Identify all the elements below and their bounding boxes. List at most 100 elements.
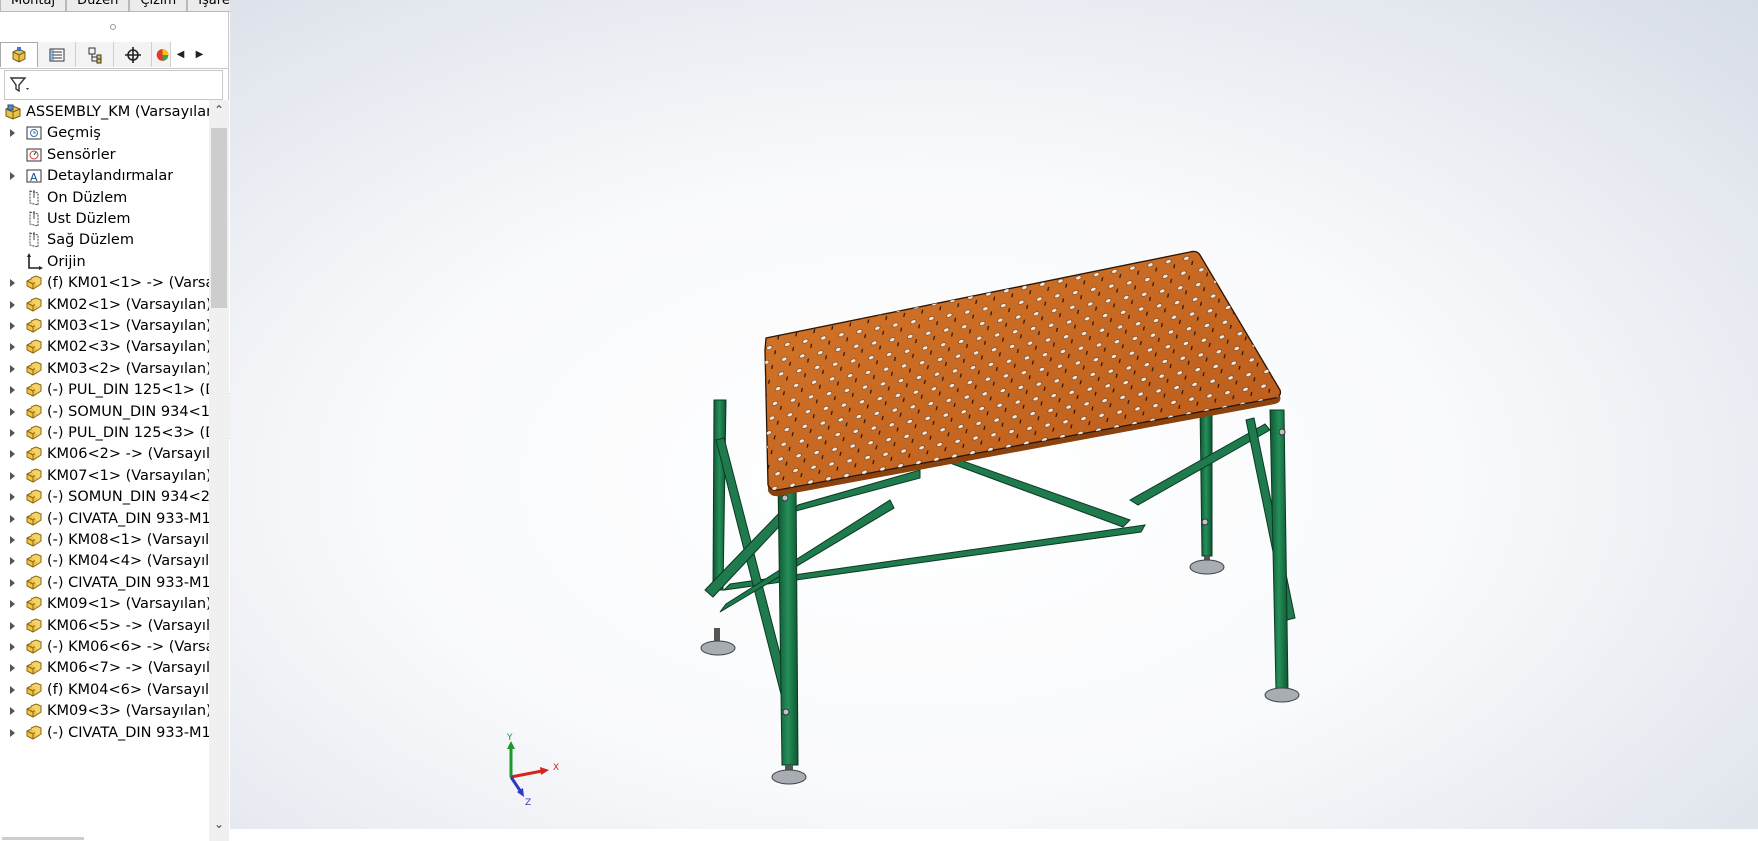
tree-item[interactable]: (-) CIVATA_DIN 933-M1 — [0, 721, 209, 745]
tree-item[interactable]: Sensörler — [0, 143, 209, 167]
dimxpertmanager-tab[interactable] — [114, 42, 152, 67]
tree-item[interactable]: KM02<3> (Varsayılan) < — [0, 335, 209, 359]
displaymanager-tab[interactable] — [152, 42, 171, 67]
tree-item[interactable]: KM02<1> (Varsayılan) < — [0, 293, 209, 317]
tree-item[interactable]: KM03<2> (Varsayılan) < — [0, 357, 209, 381]
tree-item[interactable]: KM06<7> -> (Varsayılar — [0, 656, 209, 680]
expand-caret-icon[interactable] — [10, 536, 15, 544]
tree-item[interactable]: Ön Düzlem — [0, 186, 209, 210]
triad-y-label: Y — [506, 733, 513, 743]
tab-scroll-left-icon[interactable]: ◀ — [171, 42, 190, 67]
tree-item[interactable]: (-) SOMUN_DIN 934<1> — [0, 400, 209, 424]
tree-item[interactable]: (-) SOMUN_DIN 934<2> — [0, 485, 209, 509]
tree-item[interactable]: KM09<1> (Varsayılan) < — [0, 592, 209, 616]
tree-item-label: KM09<3> (Varsayılan) < — [47, 703, 209, 720]
expand-caret-icon[interactable] — [10, 664, 15, 673]
tree-item[interactable]: (-) KM06<6> -> (Varsay — [0, 635, 209, 659]
tree-item[interactable]: (-) KM08<1> (Varsayılar — [0, 528, 209, 552]
expand-caret-icon[interactable] — [10, 514, 15, 523]
scroll-thumb[interactable] — [211, 128, 227, 308]
part-icon — [25, 531, 43, 549]
part-icon — [25, 338, 43, 356]
part-icon — [25, 574, 43, 592]
welding-table-model[interactable] — [230, 0, 1758, 829]
tree-item-label: KM02<1> (Varsayılan) < — [47, 296, 209, 313]
tree-item[interactable]: (-) CIVATA_DIN 933-M1 — [0, 507, 209, 531]
tree-item-label: Üst Düzlem — [47, 211, 131, 227]
part-icon — [25, 617, 43, 635]
expand-caret-icon[interactable] — [10, 685, 15, 694]
expand-caret-icon[interactable] — [10, 471, 15, 480]
part-icon — [25, 381, 43, 399]
expand-caret-icon[interactable] — [10, 493, 15, 502]
expand-caret-icon[interactable] — [10, 643, 15, 651]
panel-grip-icon[interactable] — [110, 24, 116, 30]
part-icon — [25, 638, 43, 656]
expand-caret-icon[interactable] — [10, 322, 15, 330]
expand-caret-icon[interactable] — [10, 279, 15, 288]
tree-item[interactable]: (f) KM04<6> (Varsayılar — [0, 678, 209, 702]
propertymanager-icon — [49, 48, 64, 61]
part-icon — [25, 724, 43, 742]
tree-vertical-scrollbar[interactable]: ⌃ ⌄ — [209, 100, 229, 841]
featuremanager-tab[interactable] — [0, 42, 38, 67]
scroll-up-icon[interactable]: ⌃ — [209, 100, 229, 120]
expand-caret-icon[interactable] — [10, 343, 15, 352]
tree-item[interactable]: (-) PUL_DIN 125<3> (DI — [0, 421, 209, 445]
plane-icon — [25, 210, 43, 228]
expand-caret-icon[interactable] — [10, 386, 15, 395]
tree-item-label: KM02<3> (Varsayılan) < — [47, 339, 209, 356]
expand-caret-icon[interactable] — [10, 450, 15, 459]
tab-scroll-right-icon[interactable]: ▶ — [190, 42, 209, 67]
graphics-area[interactable]: Y X Z — [230, 0, 1758, 829]
configurationmanager-tab[interactable] — [76, 42, 114, 67]
expand-caret-icon[interactable] — [10, 728, 15, 737]
tree-item[interactable]: KM07<1> (Varsayılan) < — [0, 464, 209, 488]
tree-item[interactable]: Orijin — [0, 250, 209, 274]
tree-item[interactable]: KM03<1> (Varsayılan) < — [0, 314, 209, 338]
part-icon — [25, 274, 43, 292]
tree-item[interactable]: Üst Düzlem — [0, 207, 209, 231]
plane-icon — [25, 231, 43, 249]
expand-caret-icon[interactable] — [10, 300, 15, 309]
tree-item[interactable]: (f) KM01<1> -> (Varsay — [0, 271, 209, 295]
command-tab[interactable]: Montaj — [0, 0, 67, 12]
part-icon — [25, 296, 43, 314]
tree-item-label: KM03<1> (Varsayılan) < — [47, 318, 209, 334]
expand-caret-icon[interactable] — [10, 621, 15, 630]
command-tab[interactable]: Çizim — [129, 0, 188, 12]
expand-caret-icon[interactable] — [10, 578, 15, 587]
tree-item[interactable]: (-) KM04<4> (Varsayılar — [0, 549, 209, 573]
tree-item[interactable]: KM06<5> -> (Varsayılar — [0, 614, 209, 638]
expand-caret-icon[interactable] — [10, 364, 15, 373]
filter-icon[interactable] — [8, 75, 32, 95]
expand-caret-icon[interactable] — [10, 172, 15, 181]
part-icon — [25, 595, 43, 613]
tree-root[interactable]: ASSEMBLY_KM (Varsayılan) — [0, 100, 209, 124]
propertymanager-tab[interactable] — [38, 42, 76, 67]
command-tab[interactable]: Düzen — [66, 0, 130, 12]
expand-caret-icon[interactable] — [10, 600, 15, 609]
tree-item-label: Sensörler — [47, 146, 116, 163]
tree-item-label: Sağ Düzlem — [47, 232, 134, 249]
tree-item[interactable]: Geçmiş — [0, 121, 209, 145]
assembly-icon — [4, 103, 22, 121]
tree-item-label: KM06<2> -> (Varsayılar — [47, 446, 209, 463]
featuremanager-icon — [12, 47, 26, 63]
tree-item[interactable]: Sağ Düzlem — [0, 228, 209, 252]
tree-horizontal-scroll-thumb[interactable] — [2, 837, 84, 840]
expand-caret-icon[interactable] — [10, 407, 15, 416]
expand-caret-icon[interactable] — [10, 129, 15, 138]
scroll-down-icon[interactable]: ⌄ — [209, 814, 229, 834]
tree-item[interactable]: (-) CIVATA_DIN 933-M1 — [0, 571, 209, 595]
tree-item[interactable]: A Detaylandırmalar — [0, 164, 209, 188]
tree-item[interactable]: KM09<3> (Varsayılan) < — [0, 699, 209, 723]
tree-item[interactable]: KM06<2> -> (Varsayılar — [0, 442, 209, 466]
expand-caret-icon[interactable] — [10, 557, 15, 566]
tree-item[interactable]: (-) PUL_DIN 125<1> (DI — [0, 378, 209, 402]
tree-item-label: (-) PUL_DIN 125<1> (DI — [47, 382, 209, 399]
expand-caret-icon[interactable] — [10, 707, 15, 716]
tree-filter-box[interactable] — [4, 70, 223, 100]
expand-caret-icon[interactable] — [10, 429, 15, 437]
feature-manager-panel: ◀ ▶ ASSEMBLY_KM (Varsayılan) Geçmiş Sensör… — [0, 12, 229, 841]
